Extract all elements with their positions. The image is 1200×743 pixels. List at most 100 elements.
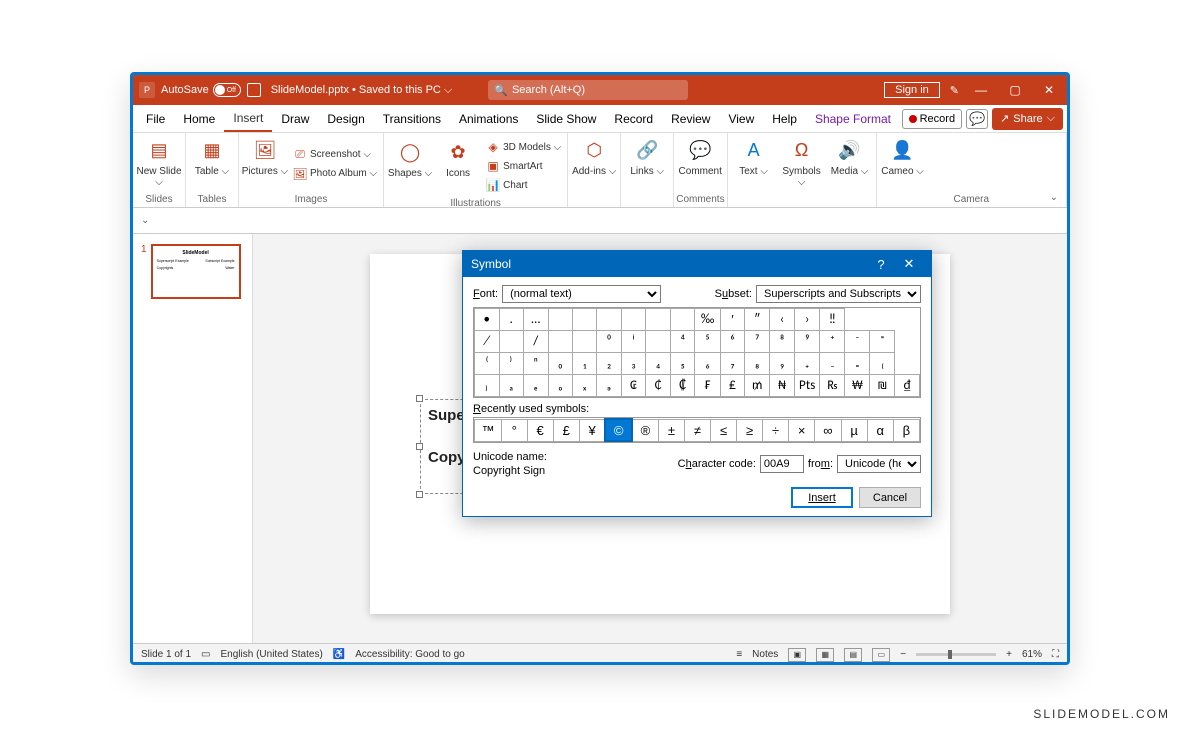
text-button[interactable]: AText ⌵ xyxy=(730,137,778,192)
autosave[interactable]: AutoSave Off xyxy=(161,83,241,97)
recent-symbol-cell[interactable]: ¥ xyxy=(579,419,605,441)
symbol-cell[interactable] xyxy=(499,331,523,353)
dialog-close-button[interactable]: ✕ xyxy=(895,256,923,272)
media-button[interactable]: 🔊Media ⌵ xyxy=(826,137,874,192)
recent-symbol-cell[interactable]: α xyxy=(867,419,893,441)
tab-animations[interactable]: Animations xyxy=(450,105,527,132)
tab-home[interactable]: Home xyxy=(174,105,224,132)
comment-button[interactable]: 💬Comment xyxy=(676,137,724,192)
resize-handle[interactable] xyxy=(416,395,423,402)
symbol-cell[interactable]: ⁱ xyxy=(621,331,646,353)
symbol-cell[interactable]: ₪ xyxy=(870,375,895,397)
symbol-cell[interactable]: ⁰ xyxy=(597,331,621,353)
recent-symbol-cell[interactable]: µ xyxy=(841,419,867,441)
symbol-cell[interactable]: ₀ xyxy=(548,353,572,375)
symbol-cell[interactable]: ⁴ xyxy=(670,331,695,353)
recent-symbol-cell[interactable]: ® xyxy=(632,419,658,441)
dialog-titlebar[interactable]: Symbol ? ✕ xyxy=(463,251,931,277)
symbol-cell[interactable]: ⁼ xyxy=(870,331,895,353)
symbol-cell[interactable]: › xyxy=(794,309,820,331)
signin-button[interactable]: Sign in xyxy=(884,82,940,98)
recent-symbol-cell[interactable]: ≤ xyxy=(710,419,736,441)
font-select[interactable]: (normal text) xyxy=(502,285,661,303)
symbol-cell[interactable]: ⁺ xyxy=(820,331,845,353)
recent-symbol-cell[interactable]: © xyxy=(605,419,632,441)
slideshow-view-button[interactable]: ▭ xyxy=(872,648,890,662)
chart-button[interactable]: 📊Chart xyxy=(484,177,563,193)
recent-symbol-cell[interactable]: ° xyxy=(501,419,527,441)
symbol-cell[interactable]: ‼ xyxy=(820,309,845,331)
links-button[interactable]: 🔗Links ⌵ xyxy=(623,137,671,192)
from-select[interactable]: Unicode (hex) xyxy=(837,455,921,473)
record-button[interactable]: Record xyxy=(902,109,962,129)
insert-button[interactable]: Insert xyxy=(791,487,853,508)
symbol-cell[interactable]: ₡ xyxy=(670,375,695,397)
resize-handle[interactable] xyxy=(416,491,423,498)
pictures-button[interactable]: 🖼Pictures ⌵ xyxy=(241,137,289,192)
symbol-cell[interactable]: ₑ xyxy=(523,375,548,397)
symbol-cell[interactable]: ₉ xyxy=(770,353,795,375)
subset-select[interactable]: Superscripts and Subscripts xyxy=(756,285,921,303)
tab-shape-format[interactable]: Shape Format xyxy=(806,105,900,132)
symbol-cell[interactable]: ₂ xyxy=(597,353,621,375)
symbol-cell[interactable]: … xyxy=(523,309,548,331)
tab-review[interactable]: Review xyxy=(662,105,719,132)
recent-symbol-cell[interactable]: € xyxy=(527,419,553,441)
symbol-cell[interactable]: ₤ xyxy=(720,375,745,397)
symbol-cell[interactable]: ₔ xyxy=(597,375,621,397)
symbol-cell[interactable]: ₐ xyxy=(499,375,523,397)
symbol-cell[interactable]: ₋ xyxy=(820,353,845,375)
recent-symbols[interactable]: ™°€£¥©®±≠≤≥÷×∞µαβ xyxy=(473,417,921,443)
search-input[interactable]: 🔍 Search (Alt+Q) xyxy=(488,80,688,100)
ribbon-mode-icon[interactable]: ✎ xyxy=(950,84,959,97)
symbol-cell[interactable]: ⁾ xyxy=(499,353,523,375)
symbol-cell[interactable]: ₓ xyxy=(573,375,597,397)
symbols-button[interactable]: ΩSymbols ⌵ xyxy=(778,137,826,192)
symbol-cell[interactable] xyxy=(646,309,671,331)
smartart-button[interactable]: ▣SmartArt xyxy=(484,158,563,174)
recent-symbol-cell[interactable]: ± xyxy=(658,419,684,441)
symbol-cell[interactable] xyxy=(548,309,572,331)
sorter-view-button[interactable]: ▦ xyxy=(816,648,834,662)
comments-button[interactable]: 💬 xyxy=(966,109,988,129)
reading-view-button[interactable]: ▤ xyxy=(844,648,862,662)
symbol-cell[interactable]: ₩ xyxy=(845,375,870,397)
recent-symbol-cell[interactable]: ÷ xyxy=(763,419,789,441)
recent-symbol-cell[interactable]: × xyxy=(789,419,815,441)
symbol-cell[interactable]: ⁽ xyxy=(475,353,500,375)
close-button[interactable]: ✕ xyxy=(1037,83,1061,97)
symbol-cell[interactable] xyxy=(573,309,597,331)
symbol-cell[interactable]: ₊ xyxy=(794,353,820,375)
symbol-cell[interactable]: ₅ xyxy=(670,353,695,375)
zoom-in-button[interactable]: + xyxy=(1006,649,1012,660)
symbol-cell[interactable]: ₄ xyxy=(646,353,671,375)
symbol-cell[interactable] xyxy=(670,309,695,331)
symbol-cell[interactable]: ₨ xyxy=(820,375,845,397)
symbol-cell[interactable]: ₆ xyxy=(695,353,720,375)
zoom-value[interactable]: 61% xyxy=(1022,649,1042,660)
screenshot-button[interactable]: ⎚Screenshot ⌵ xyxy=(291,147,379,163)
symbol-cell[interactable]: ⁄ xyxy=(475,331,500,353)
save-icon[interactable] xyxy=(247,83,261,97)
resize-handle[interactable] xyxy=(416,443,423,450)
symbol-cell[interactable]: ⁿ xyxy=(523,353,548,375)
qat-dropdown-icon[interactable]: ⌄ xyxy=(141,215,149,226)
symbol-cell[interactable] xyxy=(646,331,671,353)
cancel-button[interactable]: Cancel xyxy=(859,487,921,508)
tab-record[interactable]: Record xyxy=(605,105,662,132)
symbol-cell[interactable]: ⁻ xyxy=(845,331,870,353)
spellcheck-icon[interactable]: ▭ xyxy=(201,649,210,660)
cameo-button[interactable]: 👤Cameo ⌵ xyxy=(879,137,927,192)
symbol-cell[interactable]: ₵ xyxy=(646,375,671,397)
document-title[interactable]: SlideModel.pptx • Saved to this PC ⌵ xyxy=(271,84,453,97)
symbol-cell[interactable]: ₫ xyxy=(895,375,920,397)
3dmodels-button[interactable]: ◈3D Models ⌵ xyxy=(484,139,563,155)
notes-button[interactable]: Notes xyxy=(752,649,778,660)
symbol-cell[interactable]: Pts xyxy=(794,375,820,397)
symbol-cell[interactable]: ⁶ xyxy=(720,331,745,353)
symbol-cell[interactable]: ‰ xyxy=(695,309,720,331)
tab-slideshow[interactable]: Slide Show xyxy=(527,105,605,132)
slide-thumbnail[interactable]: SlideModel Superscript ExampleSubscript … xyxy=(151,244,241,299)
table-button[interactable]: ▦Table ⌵ xyxy=(188,137,236,192)
autosave-toggle[interactable]: Off xyxy=(213,83,241,97)
